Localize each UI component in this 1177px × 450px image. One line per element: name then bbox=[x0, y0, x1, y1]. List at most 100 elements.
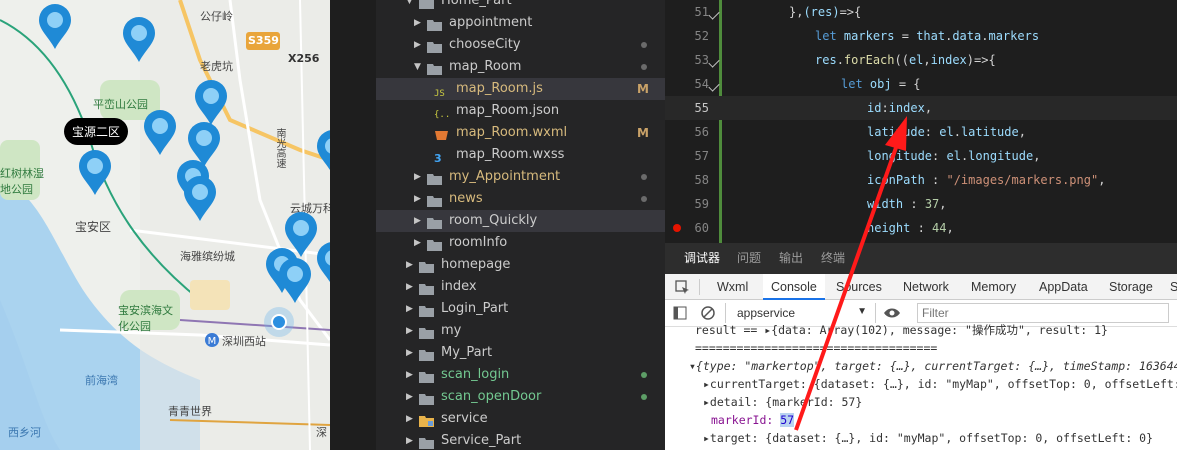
explorer-item[interactable]: ▶ appointment bbox=[376, 12, 665, 34]
tab-problems[interactable]: 问题 bbox=[737, 243, 761, 274]
marker-pin-icon[interactable] bbox=[143, 110, 177, 156]
chevron-right-icon[interactable]: ▶ bbox=[414, 12, 421, 34]
service-folder-icon bbox=[419, 413, 434, 427]
explorer-item[interactable]: 3 map_Room.wxss bbox=[376, 144, 665, 166]
tab-memory[interactable]: Memory bbox=[971, 274, 1016, 300]
marker-pin-icon[interactable] bbox=[78, 150, 112, 196]
explorer-item[interactable]: ▶ index bbox=[376, 276, 665, 298]
code-line: 51},(res)=>{ bbox=[694, 5, 862, 19]
map-label: 公仔岭 bbox=[200, 10, 233, 23]
tab-terminal[interactable]: 终端 bbox=[821, 243, 845, 274]
map-label: 青青世界 bbox=[168, 405, 212, 418]
explorer-item[interactable]: ▶ roomInfo bbox=[376, 232, 665, 254]
chevron-down-icon[interactable]: ▼ bbox=[406, 0, 413, 12]
explorer-item[interactable]: ▶ scan_openDoor bbox=[376, 386, 665, 408]
console-property-line[interactable]: markerId: 57 bbox=[711, 411, 1177, 429]
console-property-line[interactable]: ▸target: {dataset: {…}, id: "myMap", off… bbox=[703, 429, 1177, 447]
git-modified-badge: M bbox=[637, 82, 649, 96]
map-view[interactable]: 公仔岭 S359 老虎坑 X256 平峦山公园 南光高速 红树林湿地公园 云城万… bbox=[0, 0, 330, 450]
chevron-right-icon[interactable]: ▶ bbox=[406, 408, 413, 430]
explorer-item-label: Service_Part bbox=[441, 433, 522, 448]
explorer-item[interactable]: ▶ Login_Part bbox=[376, 298, 665, 320]
marker-pin-icon[interactable] bbox=[194, 80, 228, 126]
map-base bbox=[0, 0, 330, 450]
chevron-right-icon[interactable]: ▶ bbox=[406, 298, 413, 320]
chevron-right-icon[interactable]: ▶ bbox=[406, 364, 413, 386]
tab-console[interactable]: Console bbox=[763, 274, 825, 300]
breakpoint-icon[interactable] bbox=[673, 224, 681, 232]
explorer-item[interactable]: {..} map_Room.json bbox=[376, 100, 665, 122]
explorer-item[interactable]: ▶ my_Appointment bbox=[376, 166, 665, 188]
marker-pin-icon[interactable] bbox=[316, 242, 330, 288]
explorer-item[interactable]: ▶ chooseCity bbox=[376, 34, 665, 56]
marker-pin-icon[interactable] bbox=[122, 17, 156, 63]
folder-icon bbox=[427, 39, 442, 53]
console-property-line[interactable]: ▸detail: {markerId: 57} bbox=[703, 393, 1177, 411]
explorer-item[interactable]: ▶ homepage bbox=[376, 254, 665, 276]
console-object-line[interactable]: ▾{type: "markertop", target: {…}, curren… bbox=[689, 357, 1177, 375]
clear-console-icon[interactable] bbox=[701, 306, 715, 320]
chevron-right-icon[interactable]: ▶ bbox=[406, 430, 413, 450]
code-editor[interactable]: 51},(res)=>{ 52 let markers = that.data.m… bbox=[665, 0, 1177, 243]
explorer-item[interactable]: JS map_Room.js M bbox=[376, 78, 665, 100]
marker-pin-icon[interactable] bbox=[316, 130, 330, 176]
chevron-right-icon[interactable]: ▶ bbox=[406, 254, 413, 276]
explorer-item[interactable]: ▶ My_Part bbox=[376, 342, 665, 364]
chevron-right-icon[interactable]: ▶ bbox=[406, 276, 413, 298]
console-property-line[interactable]: ▸currentTarget: {dataset: {…}, id: "myMa… bbox=[703, 375, 1177, 393]
marker-pin-icon[interactable] bbox=[183, 176, 217, 222]
tab-output[interactable]: 输出 bbox=[779, 243, 803, 274]
marker-pin-icon[interactable] bbox=[38, 4, 72, 50]
chevron-right-icon[interactable]: ▶ bbox=[406, 320, 413, 342]
inspect-element-icon[interactable] bbox=[675, 280, 690, 295]
explorer-item-label: Home_Part bbox=[441, 0, 512, 8]
chevron-right-icon[interactable]: ▶ bbox=[406, 386, 413, 408]
folder-icon bbox=[427, 17, 442, 31]
water-label: 西乡河 bbox=[8, 426, 41, 439]
explorer-item[interactable]: ▶ Service_Part bbox=[376, 430, 665, 450]
explorer-item-label: chooseCity bbox=[449, 37, 521, 52]
explorer-item-label: service bbox=[441, 411, 488, 426]
chevron-right-icon[interactable]: ▶ bbox=[406, 342, 413, 364]
chevron-right-icon[interactable]: ▶ bbox=[414, 34, 421, 56]
chevron-down-icon[interactable]: ▼ bbox=[414, 56, 421, 78]
explorer-item-label: map_Room.wxss bbox=[456, 147, 565, 162]
folder-icon bbox=[419, 259, 434, 273]
tab-debugger[interactable]: 调试器 bbox=[684, 243, 721, 275]
explorer-item[interactable]: ▶ scan_login bbox=[376, 364, 665, 386]
explorer-item[interactable]: ▶ service bbox=[376, 408, 665, 430]
chevron-right-icon[interactable]: ▶ bbox=[414, 166, 421, 188]
sidebar-toggle-icon[interactable] bbox=[673, 306, 687, 320]
explorer-item-label: map_Room.json bbox=[456, 103, 560, 118]
explorer-item[interactable]: ▶ news bbox=[376, 188, 665, 210]
git-status-dot bbox=[641, 42, 647, 48]
eye-icon[interactable] bbox=[883, 307, 901, 319]
tab-appdata[interactable]: AppData bbox=[1039, 274, 1088, 300]
wxss-file-icon: 3 bbox=[434, 149, 449, 165]
chevron-right-icon[interactable]: ▶ bbox=[414, 188, 421, 210]
explorer-item-label: room_Quickly bbox=[449, 213, 538, 228]
context-select[interactable]: appservice ▼ bbox=[729, 303, 869, 323]
explorer-item[interactable]: ▼ map_Room bbox=[376, 56, 665, 78]
explorer-item[interactable]: map_Room.wxml M bbox=[376, 122, 665, 144]
folder-icon bbox=[419, 391, 434, 405]
devtools-top-tabs: 调试器 问题 输出 终端 bbox=[665, 243, 1177, 275]
chevron-right-icon[interactable]: ▶ bbox=[414, 232, 421, 254]
folder-icon bbox=[419, 0, 434, 9]
tab-more[interactable]: S bbox=[1170, 274, 1177, 300]
tab-sources[interactable]: Sources bbox=[836, 274, 882, 300]
explorer-item[interactable]: ▶ my bbox=[376, 320, 665, 342]
tab-network[interactable]: Network bbox=[903, 274, 949, 300]
chevron-right-icon[interactable]: ▶ bbox=[414, 210, 421, 232]
explorer-item[interactable]: ▶ room_Quickly bbox=[376, 210, 665, 232]
park-label: 平峦山公园 bbox=[93, 98, 148, 111]
tab-storage[interactable]: Storage bbox=[1109, 274, 1153, 300]
json-file-icon: {..} bbox=[434, 105, 456, 120]
marker-pin-icon[interactable] bbox=[278, 258, 312, 304]
map-label: 深 bbox=[316, 426, 327, 439]
explorer-item[interactable]: ▼ Home_Part bbox=[376, 0, 665, 12]
file-explorer[interactable]: ▼ Home_Part ▶ appointment ▶ chooseCity ▼ map_Ro… bbox=[376, 0, 665, 450]
console-filter-input[interactable] bbox=[917, 303, 1169, 323]
tab-wxml[interactable]: Wxml bbox=[717, 274, 748, 300]
code-line: 59 width : 37, bbox=[694, 197, 947, 211]
